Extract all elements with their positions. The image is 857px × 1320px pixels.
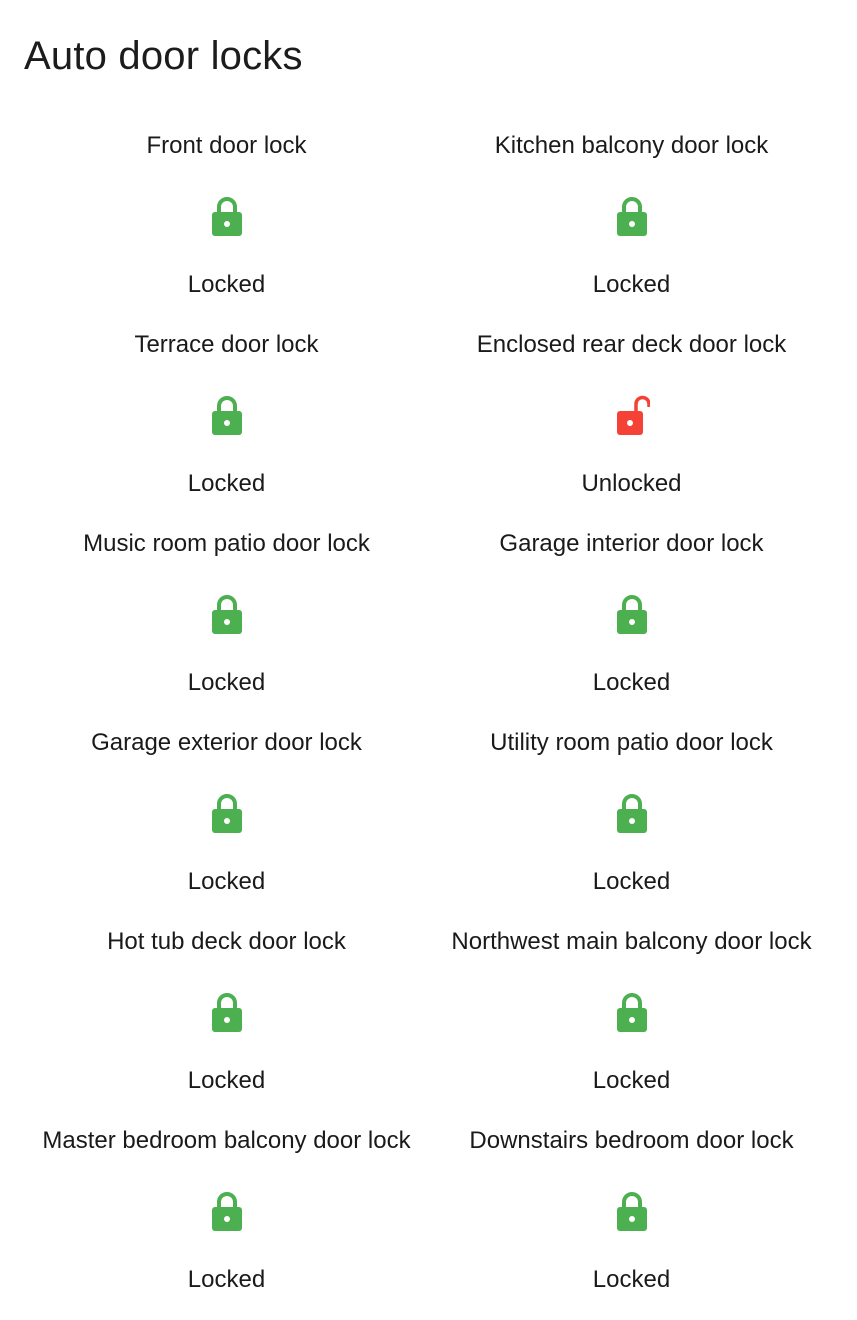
lock-state: Locked <box>592 271 671 298</box>
lock-state: Locked <box>187 470 266 497</box>
lock-state: Locked <box>187 1266 266 1293</box>
lock-icon <box>614 990 650 1034</box>
lock-state: Locked <box>592 1067 671 1094</box>
lock-state: Locked <box>187 1067 266 1094</box>
lock-tile[interactable]: Kitchen balcony door lock Locked <box>429 118 834 317</box>
lock-state: Unlocked <box>581 470 682 497</box>
lock-state: Locked <box>592 1266 671 1293</box>
lock-name: Utility room patio door lock <box>490 729 773 756</box>
lock-icon <box>614 1189 650 1233</box>
lock-icon <box>209 592 245 636</box>
lock-name: Garage exterior door lock <box>91 729 362 756</box>
lock-grid: Front door lock Locked Kitchen balcony d… <box>24 118 834 1312</box>
card-title: Auto door locks <box>24 34 303 78</box>
lock-tile[interactable]: Utility room patio door lock Locked <box>429 715 834 914</box>
auto-door-locks-card: Auto door locks Front door lock Locked K… <box>0 0 857 1320</box>
lock-name: Downstairs bedroom door lock <box>469 1127 794 1154</box>
lock-icon <box>209 194 245 238</box>
lock-tile[interactable]: Terrace door lock Locked <box>24 317 429 516</box>
lock-tile[interactable]: Garage interior door lock Locked <box>429 516 834 715</box>
lock-open-icon <box>614 393 650 437</box>
lock-tile[interactable]: Garage exterior door lock Locked <box>24 715 429 914</box>
lock-tile[interactable]: Northwest main balcony door lock Locked <box>429 914 834 1113</box>
lock-state: Locked <box>187 271 266 298</box>
lock-tile[interactable]: Master bedroom balcony door lock Locked <box>24 1113 429 1312</box>
lock-icon <box>614 194 650 238</box>
lock-icon <box>209 1189 245 1233</box>
lock-icon <box>614 592 650 636</box>
lock-icon <box>209 393 245 437</box>
lock-tile[interactable]: Downstairs bedroom door lock Locked <box>429 1113 834 1312</box>
lock-state: Locked <box>187 669 266 696</box>
lock-icon <box>614 791 650 835</box>
lock-state: Locked <box>592 669 671 696</box>
lock-name: Enclosed rear deck door lock <box>476 331 787 358</box>
lock-tile[interactable]: Hot tub deck door lock Locked <box>24 914 429 1113</box>
lock-tile[interactable]: Front door lock Locked <box>24 118 429 317</box>
lock-name: Master bedroom balcony door lock <box>42 1127 411 1154</box>
lock-name: Kitchen balcony door lock <box>494 132 769 159</box>
lock-state: Locked <box>592 868 671 895</box>
lock-name: Music room patio door lock <box>83 530 370 557</box>
lock-name: Terrace door lock <box>134 331 319 358</box>
lock-state: Locked <box>187 868 266 895</box>
lock-name: Front door lock <box>146 132 307 159</box>
lock-icon <box>209 791 245 835</box>
lock-tile[interactable]: Music room patio door lock Locked <box>24 516 429 715</box>
lock-name: Garage interior door lock <box>499 530 764 557</box>
lock-icon <box>209 990 245 1034</box>
lock-tile[interactable]: Enclosed rear deck door lock Unlocked <box>429 317 834 516</box>
lock-name: Hot tub deck door lock <box>107 928 346 955</box>
lock-name: Northwest main balcony door lock <box>451 928 812 955</box>
